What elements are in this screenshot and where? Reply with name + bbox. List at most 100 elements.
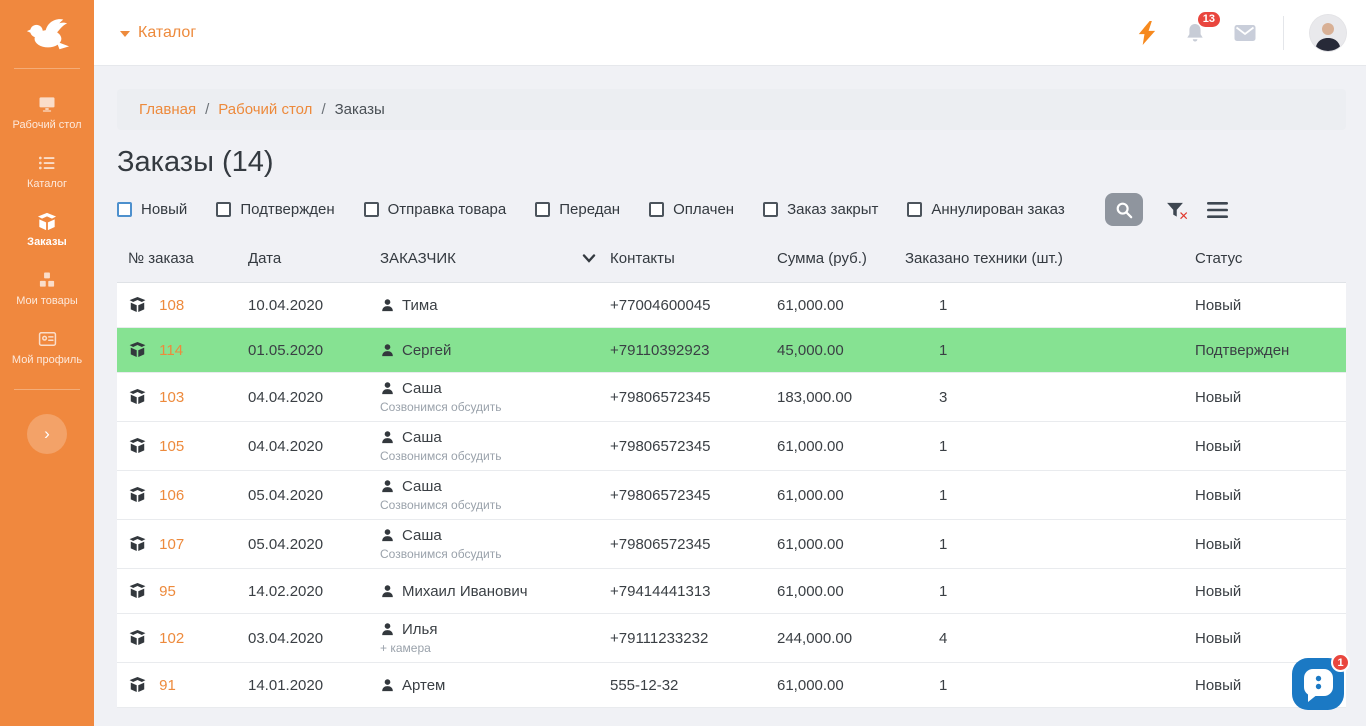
list-icon: [37, 153, 57, 173]
checkbox-icon[interactable]: [649, 202, 664, 217]
column-header-customer-label: ЗАКАЗЧИК: [380, 250, 456, 267]
sidebar-item-label: Рабочий стол: [12, 119, 81, 131]
customer-name: Саша: [402, 380, 442, 397]
envelope-icon[interactable]: [1233, 23, 1257, 43]
table-header-row: № заказа Дата ЗАКАЗЧИК Контакты Сумма (р…: [117, 238, 1346, 283]
open-box-icon: [36, 212, 58, 231]
customer-note: + камера: [380, 641, 610, 655]
order-number-link[interactable]: 106: [159, 487, 184, 504]
order-date: 01.05.2020: [248, 328, 380, 373]
order-status: Новый: [1195, 520, 1346, 569]
order-qty: 1: [905, 471, 1195, 520]
filter-checkbox[interactable]: Передан: [535, 201, 620, 218]
checkbox-icon[interactable]: [216, 202, 231, 217]
sidebar-divider: [14, 389, 80, 390]
breadcrumb-current: Заказы: [335, 101, 385, 118]
order-date: 04.04.2020: [248, 422, 380, 471]
customer-name: Саша: [402, 478, 442, 495]
clear-filter-icon[interactable]: ✕: [1165, 200, 1185, 220]
checkbox-icon[interactable]: [535, 202, 550, 217]
order-number-link[interactable]: 91: [159, 677, 176, 694]
search-button[interactable]: [1105, 193, 1143, 226]
checkbox-icon[interactable]: [364, 202, 379, 217]
breadcrumb-link-home[interactable]: Главная: [139, 101, 196, 118]
table-row[interactable]: 95 14.02.2020 Михаил Иванович: [117, 569, 1346, 614]
order-box-icon: [128, 389, 151, 406]
order-qty: 1: [905, 283, 1195, 328]
order-status: Новый: [1195, 471, 1346, 520]
order-date: 05.04.2020: [248, 520, 380, 569]
filter-checkbox[interactable]: Новый: [117, 201, 187, 218]
user-avatar[interactable]: [1310, 15, 1346, 51]
app-logo-bird-icon[interactable]: [0, 0, 94, 68]
checkbox-icon[interactable]: [117, 202, 132, 217]
sort-chevron-down-icon[interactable]: [582, 251, 596, 268]
sidebar-item-orders[interactable]: Заказы: [0, 201, 94, 259]
sidebar-expand-button[interactable]: ›: [27, 414, 67, 454]
breadcrumb-separator: /: [321, 101, 325, 118]
status-filters: Новый Подтвержден Отправка товара Переда…: [117, 193, 1346, 226]
order-qty: 3: [905, 373, 1195, 422]
filter-label: Новый: [141, 201, 187, 218]
sidebar-item-catalog[interactable]: Каталог: [0, 142, 94, 201]
order-contact: +79806572345: [610, 471, 777, 520]
checkbox-icon[interactable]: [763, 202, 778, 217]
order-box-icon: [128, 438, 151, 455]
sidebar-item-my-profile[interactable]: Мой профиль: [0, 318, 94, 377]
person-icon: [380, 381, 395, 396]
sidebar-item-my-products[interactable]: Мои товары: [0, 259, 94, 318]
order-box-icon: [128, 630, 151, 647]
customer-name: Саша: [402, 429, 442, 446]
customer-name: Михаил Иванович: [402, 583, 528, 600]
caret-down-icon: [120, 31, 130, 37]
stacked-boxes-icon: [37, 270, 57, 290]
top-header: Каталог 13: [94, 0, 1366, 66]
filter-checkbox[interactable]: Аннулирован заказ: [907, 201, 1064, 218]
chat-widget-button[interactable]: 1: [1291, 657, 1345, 711]
table-row[interactable]: 102 03.04.2020 Илья + камера: [117, 614, 1346, 663]
customer-note: Созвонимся обсудить: [380, 547, 610, 561]
order-status: Подтвержден: [1195, 328, 1346, 373]
filter-checkbox[interactable]: Подтвержден: [216, 201, 334, 218]
order-number-link[interactable]: 108: [159, 297, 184, 314]
table-row[interactable]: 106 05.04.2020 Саша Созвонимся обсудить: [117, 471, 1346, 520]
filter-checkbox[interactable]: Отправка товара: [364, 201, 507, 218]
bell-icon[interactable]: 13: [1183, 21, 1207, 45]
order-number-link[interactable]: 95: [159, 583, 176, 600]
filter-label: Передан: [559, 201, 620, 218]
lightning-icon[interactable]: [1138, 21, 1157, 45]
checkbox-icon[interactable]: [907, 202, 922, 217]
order-number-link[interactable]: 114: [159, 342, 183, 359]
table-row[interactable]: 103 04.04.2020 Саша Созвонимся обсудить: [117, 373, 1346, 422]
customer-name: Саша: [402, 527, 442, 544]
order-date: 03.04.2020: [248, 614, 380, 663]
breadcrumb-link-desktop[interactable]: Рабочий стол: [218, 101, 312, 118]
order-qty: 1: [905, 663, 1195, 708]
filter-label: Отправка товара: [388, 201, 507, 218]
sidebar-item-label: Заказы: [27, 236, 67, 248]
filter-label: Аннулирован заказ: [931, 201, 1064, 218]
filter-checkbox[interactable]: Заказ закрыт: [763, 201, 878, 218]
table-row[interactable]: 108 10.04.2020 Тима +77: [117, 283, 1346, 328]
order-number-link[interactable]: 107: [159, 536, 184, 553]
filter-checkbox[interactable]: Оплачен: [649, 201, 734, 218]
person-icon: [380, 430, 395, 445]
column-header-status: Статус: [1195, 238, 1346, 283]
person-icon: [380, 343, 395, 358]
table-row[interactable]: 91 14.01.2020 Артем 555: [117, 663, 1346, 708]
order-number-link[interactable]: 102: [159, 630, 184, 647]
table-row[interactable]: 114 01.05.2020 Сергей +: [117, 328, 1346, 373]
table-row[interactable]: 105 04.04.2020 Саша Созвонимся обсудить: [117, 422, 1346, 471]
menu-icon[interactable]: [1207, 201, 1228, 219]
catalog-dropdown[interactable]: Каталог: [120, 24, 196, 42]
order-number-link[interactable]: 105: [159, 438, 184, 455]
breadcrumb: Главная / Рабочий стол / Заказы: [117, 89, 1346, 130]
order-contact: +79806572345: [610, 373, 777, 422]
sidebar-item-label: Каталог: [27, 178, 67, 190]
order-number-link[interactable]: 103: [159, 389, 184, 406]
filter-label: Оплачен: [673, 201, 734, 218]
filter-label: Заказ закрыт: [787, 201, 878, 218]
table-row[interactable]: 107 05.04.2020 Саша Созвонимся обсудить: [117, 520, 1346, 569]
chat-unread-badge: 1: [1331, 653, 1350, 672]
sidebar-item-desktop[interactable]: Рабочий стол: [0, 83, 94, 142]
